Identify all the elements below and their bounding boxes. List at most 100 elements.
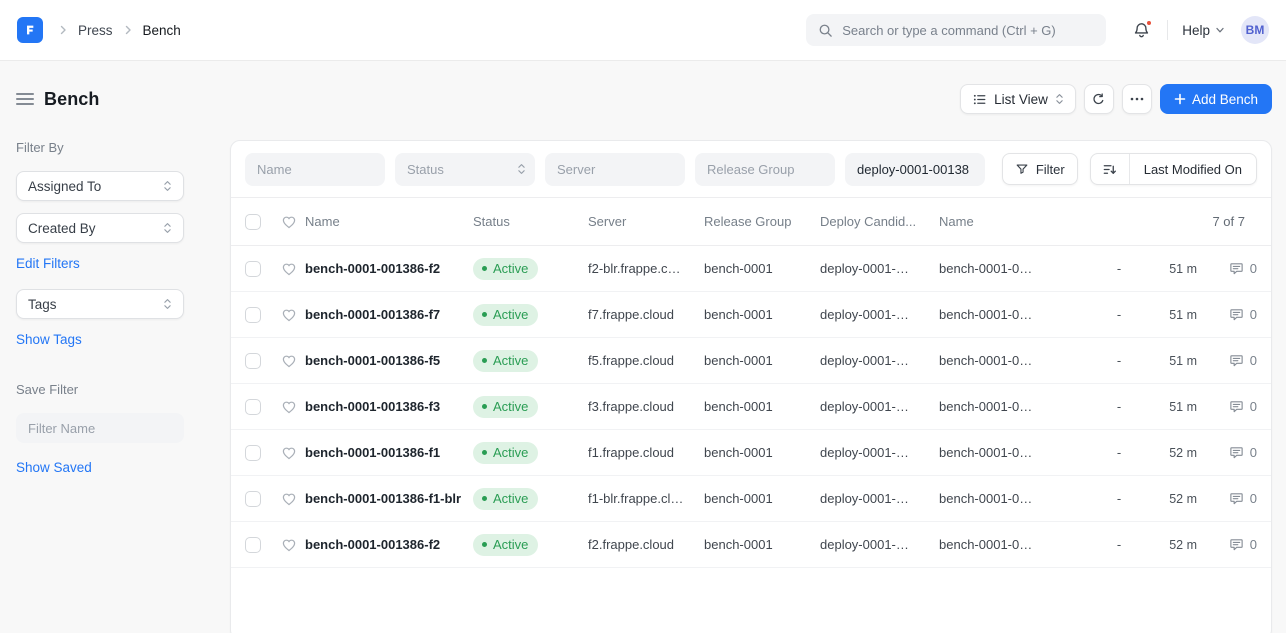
- release-group-filter-input[interactable]: [695, 153, 835, 186]
- add-bench-button[interactable]: Add Bench: [1160, 84, 1272, 114]
- notifications-button[interactable]: [1130, 19, 1153, 42]
- add-bench-label: Add Bench: [1192, 92, 1258, 107]
- table-row[interactable]: bench-0001-001386-f7 Active f7.frappe.cl…: [231, 292, 1271, 338]
- favorite-heart-icon[interactable]: [281, 399, 297, 415]
- table-row[interactable]: bench-0001-001386-f1 Active f1.frappe.cl…: [231, 430, 1271, 476]
- comment-icon: [1229, 307, 1244, 322]
- table-row[interactable]: bench-0001-001386-f3 Active f3.frappe.cl…: [231, 384, 1271, 430]
- bench-name[interactable]: bench-0001-001386-f7: [305, 307, 473, 322]
- comment-count: 0: [1250, 399, 1257, 414]
- table-row[interactable]: bench-0001-001386-f1-blr Active f1-blr.f…: [231, 476, 1271, 522]
- release-group-cell: bench-0001: [704, 261, 820, 276]
- status-dot-icon: [482, 450, 487, 455]
- row-checkbox[interactable]: [245, 353, 261, 369]
- column-header-release-group[interactable]: Release Group: [704, 214, 820, 229]
- favorite-heart-icon: [281, 214, 297, 230]
- bench-name[interactable]: bench-0001-001386-f3: [305, 399, 473, 414]
- comment-icon: [1229, 537, 1244, 552]
- more-options-button[interactable]: [1122, 84, 1152, 114]
- toolbar-right: Filter Last Modified On: [1002, 153, 1257, 185]
- table-row[interactable]: bench-0001-001386-f5 Active f5.frappe.cl…: [231, 338, 1271, 384]
- column-header-server[interactable]: Server: [588, 214, 704, 229]
- row-checkbox[interactable]: [245, 261, 261, 277]
- frappe-logo[interactable]: [17, 17, 43, 43]
- favorite-heart-icon[interactable]: [281, 537, 297, 553]
- breadcrumb-item-bench[interactable]: Bench: [143, 23, 181, 38]
- chevrons-up-down-icon: [163, 297, 172, 311]
- sidebar-toggle-button[interactable]: [16, 90, 34, 108]
- comment-count: 0: [1250, 261, 1257, 276]
- assigned-to-select[interactable]: Assigned To: [16, 171, 184, 201]
- server-cell: f5.frappe.cloud: [588, 353, 704, 368]
- bench-name[interactable]: bench-0001-001386-f5: [305, 353, 473, 368]
- topbar-divider: [1167, 20, 1168, 40]
- show-saved-link[interactable]: Show Saved: [16, 460, 92, 475]
- status-badge: Active: [473, 396, 538, 418]
- status-filter-input[interactable]: [395, 153, 535, 186]
- server-cell: f1-blr.frappe.cl…: [588, 491, 704, 506]
- status-filter-select[interactable]: [395, 153, 535, 186]
- sort-descending-icon: [1102, 162, 1117, 177]
- favorite-heart-icon[interactable]: [281, 353, 297, 369]
- server-cell: f7.frappe.cloud: [588, 307, 704, 322]
- bench-name[interactable]: bench-0001-001386-f1: [305, 445, 473, 460]
- sort-direction-button[interactable]: [1091, 154, 1129, 184]
- bench-list-card: Filter Last Modified On: [230, 140, 1272, 633]
- server-cell: f2.frappe.cloud: [588, 537, 704, 552]
- status-dot-icon: [482, 496, 487, 501]
- select-all-checkbox[interactable]: [245, 214, 261, 230]
- filter-name-input[interactable]: [16, 413, 184, 443]
- ellipsis-icon: [1130, 97, 1144, 101]
- column-header-status[interactable]: Status: [473, 214, 588, 229]
- chevrons-up-down-icon: [163, 221, 172, 235]
- favorite-heart-icon[interactable]: [281, 307, 297, 323]
- breadcrumb-item-press[interactable]: Press: [78, 23, 113, 38]
- favorite-heart-icon[interactable]: [281, 445, 297, 461]
- row-checkbox[interactable]: [245, 445, 261, 461]
- comments-cell: 0: [1211, 537, 1257, 552]
- sort-field-button[interactable]: Last Modified On: [1130, 154, 1256, 184]
- favorite-heart-icon[interactable]: [281, 491, 297, 507]
- row-checkbox[interactable]: [245, 537, 261, 553]
- server-filter-input[interactable]: [545, 153, 685, 186]
- column-header-name2[interactable]: Name: [939, 214, 1081, 229]
- topbar-actions: Help BM: [1130, 16, 1269, 44]
- column-header-name[interactable]: Name: [305, 214, 473, 229]
- row-checkbox[interactable]: [245, 491, 261, 507]
- global-search-input[interactable]: Search or type a command (Ctrl + G): [806, 14, 1106, 46]
- filter-button[interactable]: Filter: [1002, 153, 1078, 185]
- help-menu[interactable]: Help: [1182, 23, 1225, 38]
- show-tags-link[interactable]: Show Tags: [16, 332, 82, 347]
- bench-name[interactable]: bench-0001-001386-f2: [305, 261, 473, 276]
- status-dot-icon: [482, 266, 487, 271]
- row-count: 7 of 7: [1212, 214, 1257, 229]
- release-group-cell: bench-0001: [704, 537, 820, 552]
- bench-name[interactable]: bench-0001-001386-f2: [305, 537, 473, 552]
- chevron-down-icon: [1215, 25, 1225, 35]
- edit-filters-link[interactable]: Edit Filters: [16, 256, 80, 271]
- column-header-deploy-candidate[interactable]: Deploy Candid...: [820, 214, 939, 229]
- page-header: Bench List View: [16, 84, 1272, 114]
- status-dot-icon: [482, 358, 487, 363]
- created-by-select[interactable]: Created By: [16, 213, 184, 243]
- name-filter-input[interactable]: [245, 153, 385, 186]
- tags-select[interactable]: Tags: [16, 289, 184, 319]
- bench-name[interactable]: bench-0001-001386-f1-blr: [305, 491, 473, 506]
- created-by-label: Created By: [28, 221, 96, 236]
- table-row[interactable]: bench-0001-001386-f2 Active f2-blr.frapp…: [231, 246, 1271, 292]
- row-checkbox[interactable]: [245, 399, 261, 415]
- status-badge: Active: [473, 304, 538, 326]
- table-row[interactable]: bench-0001-001386-f2 Active f2.frappe.cl…: [231, 522, 1271, 568]
- view-switcher-button[interactable]: List View: [960, 84, 1076, 114]
- empty-value-cell: -: [1107, 445, 1131, 460]
- favorite-heart-icon[interactable]: [281, 261, 297, 277]
- comment-count: 0: [1250, 307, 1257, 322]
- user-avatar[interactable]: BM: [1241, 16, 1269, 44]
- help-label: Help: [1182, 23, 1210, 38]
- row-checkbox[interactable]: [245, 307, 261, 323]
- refresh-button[interactable]: [1084, 84, 1114, 114]
- deploy-candidate-filter-input[interactable]: [845, 153, 985, 186]
- empty-value-cell: -: [1107, 353, 1131, 368]
- tags-label: Tags: [28, 297, 57, 312]
- name2-cell: bench-0001-0…: [939, 399, 1081, 414]
